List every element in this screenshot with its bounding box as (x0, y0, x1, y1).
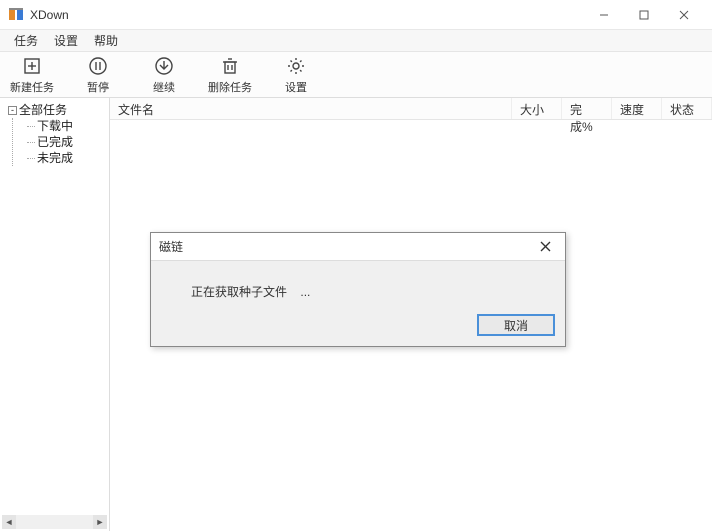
new-task-label: 新建任务 (10, 79, 54, 95)
maximize-button[interactable] (624, 1, 664, 29)
settings-button[interactable]: 设置 (272, 55, 320, 95)
tree-item-completed[interactable]: 已完成 (27, 134, 107, 150)
list-header: 文件名 大小 完成% 速度 状态 (110, 98, 712, 120)
scroll-right-icon[interactable]: ► (93, 515, 107, 529)
scroll-left-icon[interactable]: ◄ (2, 515, 16, 529)
menu-help[interactable]: 帮助 (86, 30, 126, 51)
dialog-body: 正在获取种子文件 ... (151, 261, 565, 308)
menu-task[interactable]: 任务 (6, 30, 46, 51)
dialog-title: 磁链 (159, 238, 533, 255)
window-title: XDown (30, 8, 584, 22)
tree-item-downloading[interactable]: 下载中 (27, 118, 107, 134)
pause-icon (87, 55, 109, 77)
dialog-close-button[interactable] (533, 235, 557, 259)
close-button[interactable] (664, 1, 704, 29)
dialog-ellipsis: ... (300, 285, 310, 299)
column-progress[interactable]: 完成% (562, 98, 612, 119)
tree-root-all-tasks[interactable]: -全部任务 (8, 102, 107, 118)
app-icon (8, 7, 24, 23)
resume-button[interactable]: 继续 (140, 55, 188, 95)
pause-label: 暂停 (87, 79, 109, 95)
tree-item-incomplete[interactable]: 未完成 (27, 150, 107, 166)
sidebar-scrollbar[interactable]: ◄ ► (2, 515, 107, 529)
dialog-footer: 取消 (151, 308, 565, 346)
pause-button[interactable]: 暂停 (74, 55, 122, 95)
column-status[interactable]: 状态 (662, 98, 712, 119)
task-tree: -全部任务 下载中 已完成 未完成 (2, 102, 107, 166)
titlebar: XDown (0, 0, 712, 30)
settings-label: 设置 (285, 79, 307, 95)
menubar: 任务 设置 帮助 (0, 30, 712, 52)
magnet-dialog: 磁链 正在获取种子文件 ... 取消 (150, 232, 566, 347)
new-task-icon (21, 55, 43, 77)
cancel-button[interactable]: 取消 (477, 314, 555, 336)
column-speed[interactable]: 速度 (612, 98, 662, 119)
trash-icon (219, 55, 241, 77)
tree-collapse-icon[interactable]: - (8, 106, 17, 115)
column-filename[interactable]: 文件名 (110, 98, 512, 119)
dialog-message: 正在获取种子文件 ... (191, 285, 310, 299)
sidebar: -全部任务 下载中 已完成 未完成 ◄ ► (0, 98, 110, 531)
minimize-button[interactable] (584, 1, 624, 29)
dialog-titlebar: 磁链 (151, 233, 565, 261)
gear-icon (285, 55, 307, 77)
tree-root-label: 全部任务 (19, 103, 67, 117)
column-size[interactable]: 大小 (512, 98, 562, 119)
resume-label: 继续 (153, 79, 175, 95)
delete-task-label: 删除任务 (208, 79, 252, 95)
resume-icon (153, 55, 175, 77)
toolbar: 新建任务 暂停 继续 删除任务 设置 (0, 52, 712, 98)
new-task-button[interactable]: 新建任务 (8, 55, 56, 95)
menu-settings[interactable]: 设置 (46, 30, 86, 51)
tree-children: 下载中 已完成 未完成 (12, 118, 107, 166)
dialog-message-text: 正在获取种子文件 (191, 285, 287, 299)
delete-task-button[interactable]: 删除任务 (206, 55, 254, 95)
